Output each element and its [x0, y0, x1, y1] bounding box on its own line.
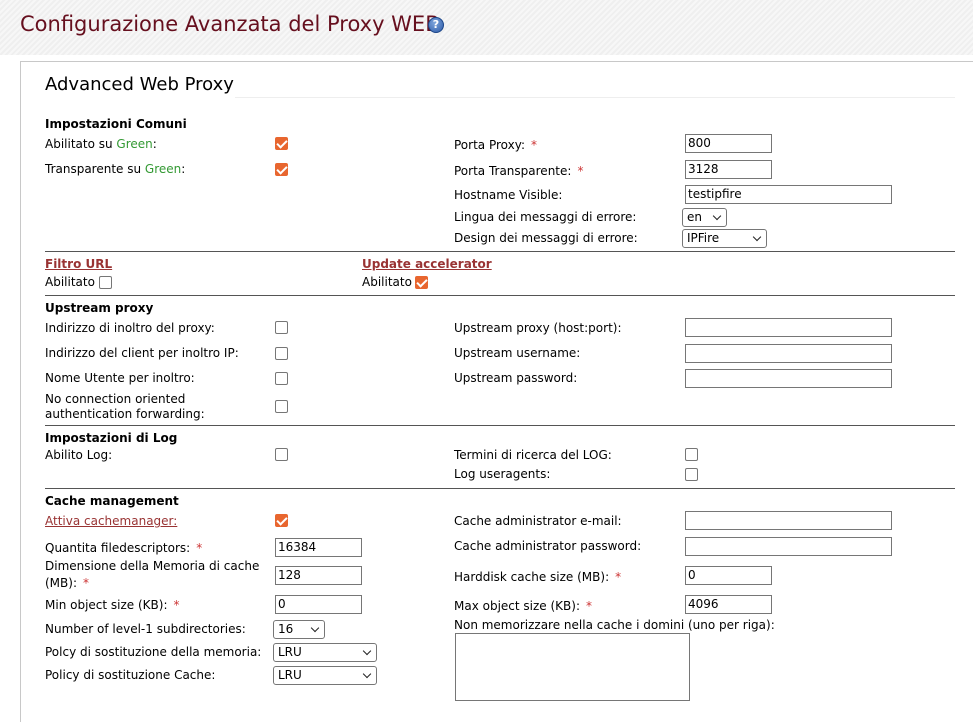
upstream-host-port-input[interactable] [685, 318, 892, 337]
memory-replacement-policy-label: Polcy di sostituzione della memoria: [45, 645, 262, 659]
memory-cache-size-input[interactable]: 128 [275, 566, 362, 585]
chevron-down-icon [712, 211, 722, 221]
forward-client-ip-checkbox[interactable] [275, 347, 288, 360]
required-star: * [196, 541, 203, 555]
log-enabled-checkbox[interactable] [275, 448, 288, 461]
url-filter-enabled-checkbox[interactable] [99, 276, 112, 289]
transparent-port-input[interactable]: 3128 [685, 160, 772, 179]
upstream-username-input[interactable] [685, 344, 892, 363]
cache-replacement-policy-label: Policy di sostituzione Cache: [45, 668, 216, 682]
harddisk-cache-size-label: Harddisk cache size (MB): * [454, 570, 622, 584]
required-star: * [577, 164, 584, 178]
divider [45, 425, 955, 426]
upstream-proxy-heading: Upstream proxy [45, 301, 154, 315]
chevron-down-icon [362, 669, 372, 679]
upstream-username-label: Upstream username: [454, 346, 581, 360]
visible-hostname-label: Hostname Visible: [454, 188, 563, 202]
required-star: * [586, 599, 593, 613]
level1-subdirectories-label: Number of level-1 subdirectories: [45, 622, 246, 636]
max-object-size-label: Max object size (KB): * [454, 599, 593, 613]
cache-admin-password-label: Cache administrator password: [454, 539, 642, 553]
proxy-port-label: Porta Proxy: * [454, 138, 537, 152]
url-filter-link[interactable]: Filtro URL [45, 257, 112, 272]
title-divider [235, 97, 955, 98]
no-cache-domains-label: Non memorizzare nella cache i domini (un… [454, 618, 775, 632]
cache-admin-email-input[interactable] [685, 511, 892, 530]
error-design-select[interactable]: IPFire [682, 229, 767, 248]
transparent-on-green-label: Transparente su Green: [45, 162, 186, 176]
cache-admin-email-label: Cache administrator e-mail: [454, 514, 622, 528]
max-object-size-input[interactable]: 4096 [685, 595, 772, 614]
chevron-down-icon [752, 232, 762, 242]
required-star: * [173, 598, 180, 612]
log-useragents-checkbox[interactable] [685, 468, 698, 481]
filedescriptors-input[interactable]: 16384 [275, 538, 362, 557]
error-language-label: Lingua dei messaggi di errore: [454, 210, 637, 224]
upstream-host-port-label: Upstream proxy (host:port): [454, 321, 622, 335]
log-enabled-label: Abilito Log: [45, 448, 113, 462]
log-search-terms-checkbox[interactable] [685, 448, 698, 461]
error-design-label: Design dei messaggi di errore: [454, 231, 638, 245]
required-star: * [531, 138, 537, 152]
proxy-port-input[interactable]: 800 [685, 134, 772, 153]
forward-proxy-address-label: Indirizzo di inoltro del proxy: [45, 321, 215, 335]
transparent-port-label: Porta Transparente: * [454, 164, 584, 178]
cache-admin-password-input[interactable] [685, 537, 892, 556]
memory-replacement-policy-select[interactable]: LRU [273, 643, 377, 662]
no-connection-auth-label-line2: authentication forwarding: [45, 407, 205, 421]
min-object-size-input[interactable]: 0 [275, 595, 362, 614]
common-settings-heading: Impostazioni Comuni [45, 117, 187, 131]
help-icon[interactable]: ? [428, 17, 444, 33]
no-cache-domains-textarea[interactable] [455, 633, 690, 701]
divider [45, 488, 955, 489]
no-connection-auth-label-line1: No connection oriented [45, 392, 186, 406]
chevron-down-icon [362, 646, 372, 656]
divider [45, 295, 955, 296]
forward-client-ip-label: Indirizzo del client per inoltro IP: [45, 346, 239, 360]
memory-cache-size-label-line1: Dimensione della Memoria di cache [45, 559, 260, 573]
page-title: Configurazione Avanzata del Proxy WEB [20, 12, 440, 36]
visible-hostname-input[interactable]: testipfire [685, 185, 892, 204]
upstream-password-label: Upstream password: [454, 371, 578, 385]
divider [45, 251, 955, 252]
log-useragents-label: Log useragents: [454, 467, 551, 481]
cachemanager-checkbox[interactable] [275, 514, 288, 527]
forward-username-label: Nome Utente per inoltro: [45, 371, 195, 385]
cache-replacement-policy-select[interactable]: LRU [273, 666, 377, 685]
min-object-size-label: Min object size (KB): * [45, 598, 180, 612]
cache-management-heading: Cache management [45, 494, 179, 508]
chevron-down-icon [310, 623, 320, 633]
forward-proxy-address-checkbox[interactable] [275, 321, 288, 334]
enabled-on-green-checkbox[interactable] [275, 137, 288, 150]
required-star: * [83, 576, 89, 590]
log-search-terms-label: Termini di ricerca del LOG: [454, 448, 612, 462]
enabled-on-green-label: Abilitato su Green: [45, 137, 157, 151]
log-settings-heading: Impostazioni di Log [45, 431, 178, 445]
memory-cache-size-label-line2: (MB): * [45, 576, 89, 590]
cachemanager-link[interactable]: Attiva cachemanager: [45, 514, 177, 529]
section-title: Advanced Web Proxy [45, 74, 234, 95]
page-header: Configurazione Avanzata del Proxy WEB ? [0, 0, 973, 55]
filedescriptors-label: Quantita filedescriptors: * [45, 541, 203, 555]
forward-username-checkbox[interactable] [275, 372, 288, 385]
error-language-select[interactable]: en [682, 208, 727, 227]
harddisk-cache-size-input[interactable]: 0 [685, 566, 772, 585]
upstream-password-input[interactable] [685, 369, 892, 388]
update-accelerator-enabled-checkbox[interactable] [415, 276, 428, 289]
url-filter-enabled-label: Abilitato [45, 275, 95, 289]
no-connection-auth-checkbox[interactable] [275, 400, 288, 413]
level1-subdirectories-select[interactable]: 16 [273, 620, 325, 639]
update-accelerator-enabled-label: Abilitato [362, 275, 412, 289]
update-accelerator-link[interactable]: Update accelerator [362, 257, 492, 272]
required-star: * [615, 570, 622, 584]
transparent-on-green-checkbox[interactable] [275, 163, 288, 176]
